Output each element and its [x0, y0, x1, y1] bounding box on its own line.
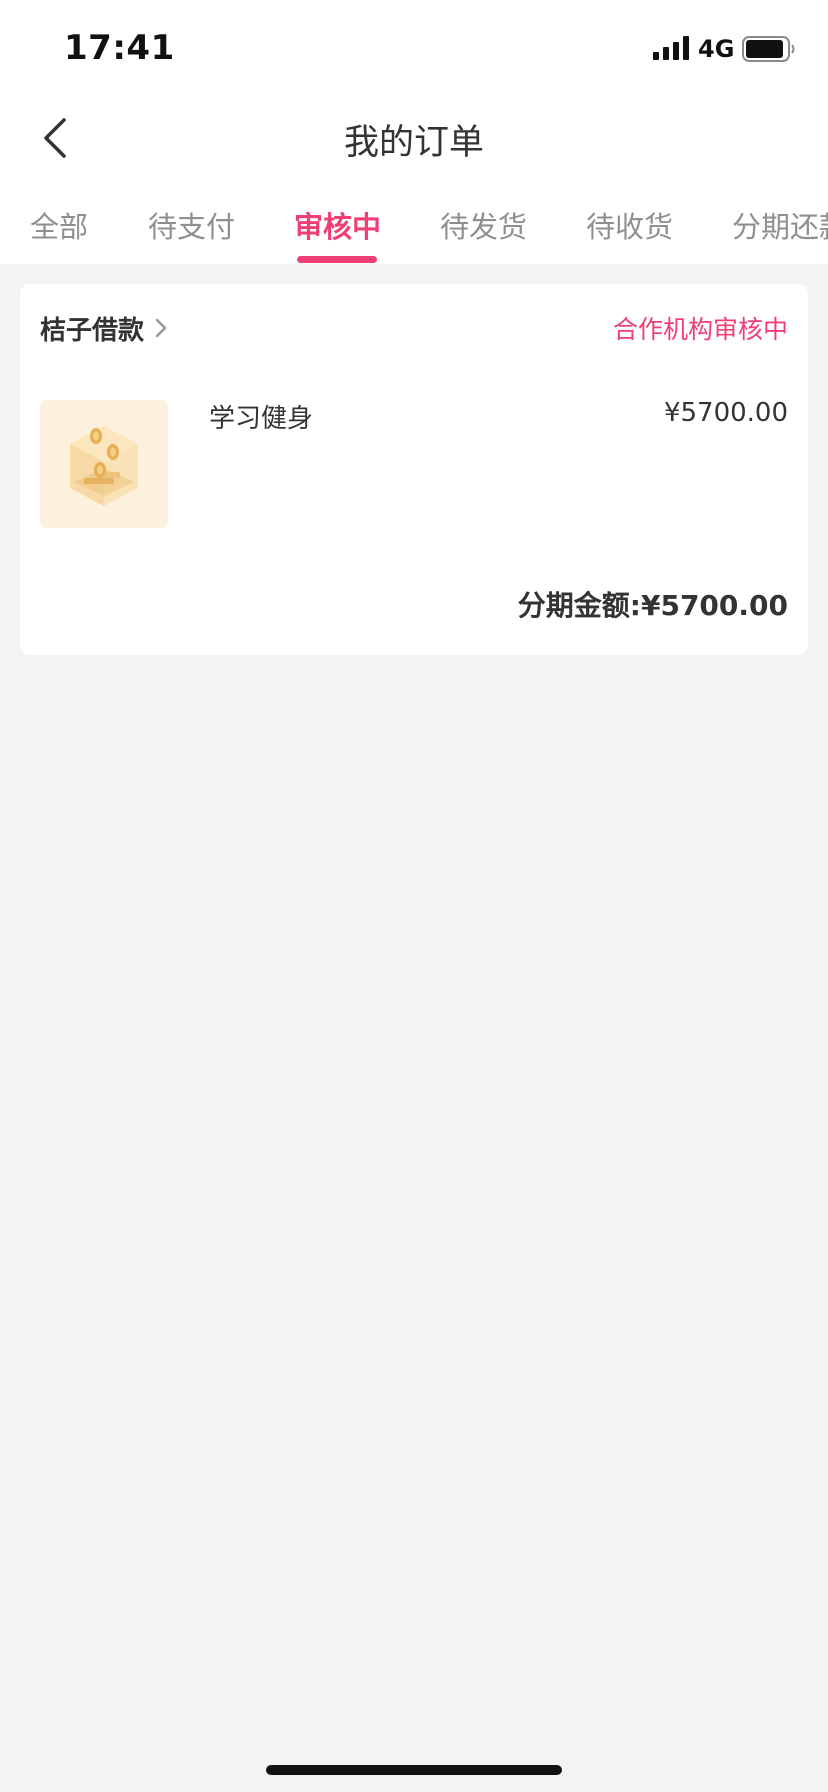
status-bar: 17:41 4G	[0, 0, 828, 90]
battery-icon	[742, 36, 795, 62]
tab-under-review[interactable]: 审核中	[294, 204, 381, 246]
installment-amount: 分期金额:¥5700.00	[517, 589, 788, 622]
order-card[interactable]: 桔子借款 合作机构审核中 学习健身 ¥5700.00 分期金额:¥5700.00	[20, 284, 808, 655]
order-status: 合作机构审核中	[612, 315, 788, 344]
status-time: 17:41	[64, 28, 175, 68]
cellular-signal-icon	[653, 36, 689, 60]
network-type-label: 4G	[698, 35, 735, 63]
product-name: 学习健身	[209, 404, 314, 434]
product-price: ¥5700.00	[663, 398, 788, 428]
merchant-link[interactable]: 桔子借款	[40, 308, 168, 348]
active-tab-indicator	[297, 256, 377, 263]
tab-pending-shipment[interactable]: 待发货	[440, 204, 527, 246]
tab-pending-payment[interactable]: 待支付	[148, 204, 235, 246]
coin-box-illustration	[70, 426, 138, 506]
product-thumbnail	[40, 400, 168, 528]
home-indicator	[266, 1765, 562, 1775]
merchant-name: 桔子借款	[40, 315, 145, 346]
navigation-bar: 我的订单	[0, 90, 828, 186]
page-title: 我的订单	[343, 123, 484, 163]
header-area: 17:41 4G 我的订单 全部 待支付 审核中 待发货 待收货 分期还款	[0, 0, 828, 264]
tab-pending-receipt[interactable]: 待收货	[586, 204, 673, 246]
tab-installment-repayment[interactable]: 分期还款	[732, 204, 828, 246]
order-status-tabs: 全部 待支付 审核中 待发货 待收货 分期还款	[0, 186, 828, 264]
tab-all[interactable]: 全部	[30, 204, 88, 246]
chevron-right-icon	[155, 318, 167, 338]
